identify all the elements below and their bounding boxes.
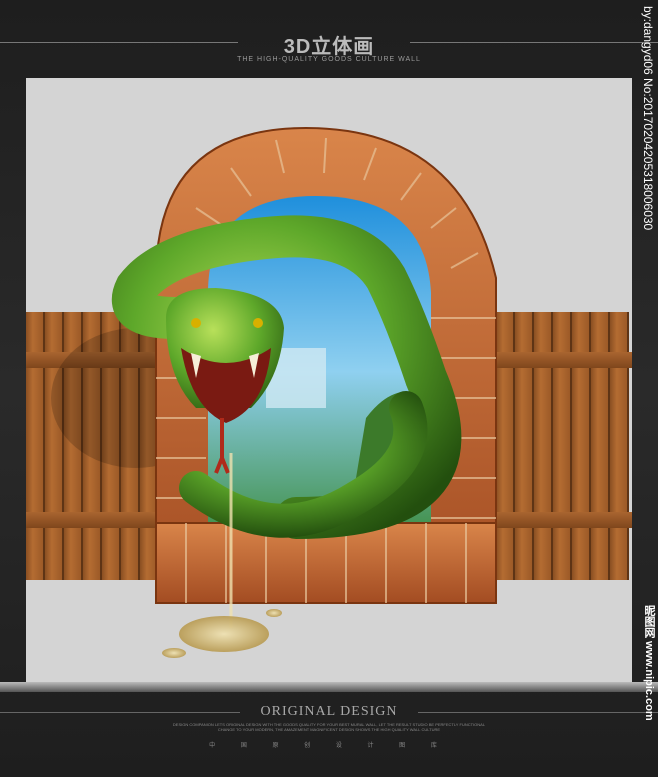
watermark-author-id: by:dangyd06 No:20170204205318006030 bbox=[641, 6, 655, 231]
footer-tagline: DESIGN COMPANION LETS ORIGINAL DESIGN WI… bbox=[172, 722, 486, 732]
brick-window-snake-illustration bbox=[51, 126, 497, 658]
bottom-rim bbox=[0, 682, 658, 692]
footer-chinese-line: 中 国 原 创 设 计 图 库 bbox=[209, 743, 449, 749]
header-title: 3D立体画 bbox=[283, 36, 375, 58]
header-subtitle: THE HIGH-QUALITY GOODS CULTURE WALL bbox=[237, 56, 421, 63]
poster-frame: 3D立体画 THE HIGH-QUALITY GOODS CULTURE WAL… bbox=[0, 0, 658, 777]
artwork-canvas bbox=[26, 78, 632, 682]
footer-title: ORIGINAL DESIGN bbox=[260, 704, 398, 719]
watermark-site: 昵图网 www.nipic.com bbox=[643, 605, 655, 721]
